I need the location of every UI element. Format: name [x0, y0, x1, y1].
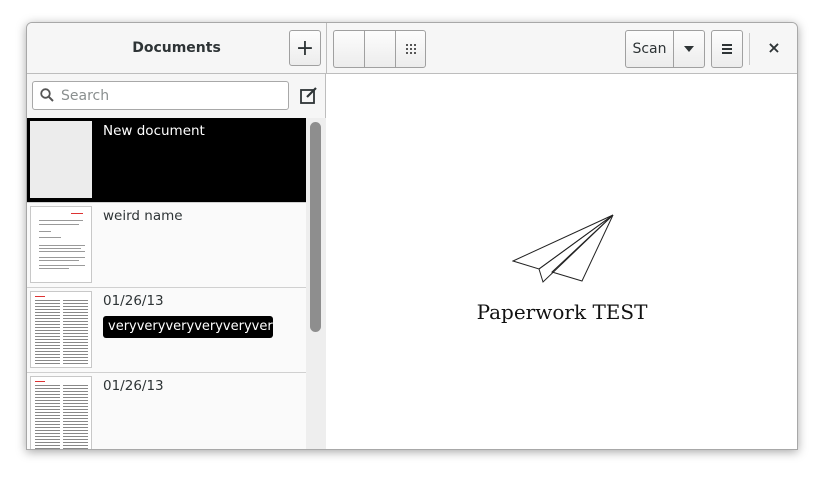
paper-plane-icon	[512, 214, 614, 283]
document-name: New document	[103, 123, 205, 139]
main-view: Paperwork TEST	[327, 74, 797, 449]
document-label-tag[interactable]: veryveryveryveryveryveryveryvery	[103, 316, 273, 338]
scan-button[interactable]: Scan	[625, 30, 674, 68]
app-window: Documents + Scan × Search New document w…	[26, 22, 798, 450]
list-item[interactable]: 01/26/13 veryveryveryveryveryveryveryver…	[27, 288, 306, 373]
header-bar: Documents + Scan ×	[27, 23, 797, 74]
sidebar-header: Documents +	[27, 23, 327, 73]
close-button[interactable]: ×	[761, 34, 787, 60]
chevron-down-icon	[684, 46, 694, 52]
document-thumbnail	[30, 376, 92, 449]
view-mode-group	[333, 30, 427, 68]
page-title: Documents	[132, 40, 221, 56]
grid-view-button[interactable]	[395, 30, 426, 68]
document-list: New document weird name 01/26/13 veryver…	[27, 118, 306, 449]
grid-view-icon	[405, 44, 416, 54]
document-thumbnail	[30, 291, 92, 368]
header-separator	[749, 33, 750, 65]
add-document-button[interactable]: +	[289, 30, 321, 66]
view-mode-button-1[interactable]	[333, 30, 364, 68]
scan-dropdown-button[interactable]	[673, 30, 705, 68]
document-name: 01/26/13	[103, 378, 164, 394]
sidebar: New document weird name	[27, 74, 326, 449]
app-label: Paperwork TEST	[476, 300, 648, 324]
search-box	[32, 81, 289, 110]
document-name: weird name	[103, 208, 183, 224]
list-item[interactable]: New document	[27, 118, 306, 203]
menu-button[interactable]	[711, 30, 743, 68]
document-thumbnail	[30, 121, 92, 198]
search-icon	[40, 88, 54, 102]
document-name: 01/26/13	[103, 293, 164, 309]
search-input[interactable]	[61, 82, 281, 109]
scrollbar-thumb[interactable]	[310, 122, 321, 332]
list-item[interactable]: 01/26/13	[27, 373, 306, 449]
list-item[interactable]: weird name	[27, 203, 306, 288]
menu-icon	[722, 44, 732, 54]
view-mode-button-2[interactable]	[364, 30, 395, 68]
document-thumbnail	[30, 206, 92, 283]
edit-icon[interactable]	[300, 87, 318, 105]
